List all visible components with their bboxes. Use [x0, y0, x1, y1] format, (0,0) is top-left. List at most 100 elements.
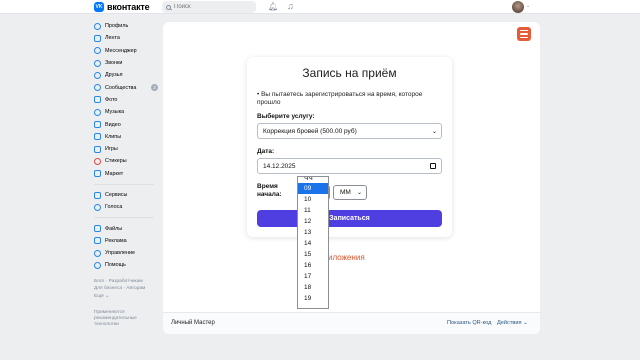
hour-option[interactable]: 12: [298, 216, 328, 227]
bell-icon[interactable]: 🔔︎: [268, 2, 278, 11]
date-input-value: 14.12.2025: [263, 162, 296, 170]
submit-button[interactable]: Записаться: [257, 210, 442, 227]
actions-menu[interactable]: Действия ⌄: [497, 320, 528, 326]
sidebar-item-friends[interactable]: Друзья: [94, 69, 158, 81]
sidebar-item-label: Лента: [105, 35, 120, 42]
app-name: Личный Мастер: [171, 320, 215, 326]
sidebar-item-music[interactable]: Музыка: [94, 106, 158, 118]
hour-option[interactable]: 10: [298, 194, 328, 205]
music-icon[interactable]: ♫: [287, 1, 294, 11]
date-input[interactable]: 14.12.2025: [257, 158, 442, 174]
search-icon: [166, 4, 171, 10]
hour-option[interactable]: 15: [298, 249, 328, 260]
chevron-down-icon: ⌄: [356, 190, 362, 196]
minute-select-value: ММ: [340, 189, 351, 196]
sidebar-item-label: Звонки: [105, 60, 123, 67]
minute-select[interactable]: ММ ⌄: [333, 185, 367, 200]
sidebar-item-votes[interactable]: Голоса: [94, 201, 158, 213]
sidebar-item-communities[interactable]: Сообщества 2: [94, 81, 158, 93]
avatar[interactable]: [512, 1, 524, 13]
hour-option[interactable]: 17: [298, 271, 328, 282]
calendar-icon[interactable]: [430, 163, 436, 169]
sidebar-item-help[interactable]: Помощь: [94, 259, 158, 271]
sidebar-item-stickers[interactable]: Стикеры: [94, 155, 158, 167]
chevron-down-icon[interactable]: ⌄: [526, 3, 530, 9]
sidebar-item-video[interactable]: Видео: [94, 118, 158, 130]
top-bar: VK вконтакте 🔔︎ ♫ ⌄: [0, 0, 640, 14]
sidebar-item-label: Управление: [105, 250, 135, 257]
music-note-icon: [94, 108, 101, 116]
error-notice: • Вы пытаетесь зарегистрироваться на вре…: [257, 91, 423, 106]
sidebar-item-label: Друзья: [105, 72, 123, 79]
sidebar-item-label: Игры: [105, 146, 118, 153]
help-icon: [94, 261, 101, 269]
hour-option[interactable]: 18: [298, 282, 328, 293]
hour-option[interactable]: 09: [298, 183, 328, 194]
sidebar-item-services[interactable]: Сервисы: [94, 189, 158, 201]
booking-form: Запись на приём • Вы пытаетесь зарегистр…: [247, 57, 452, 237]
sidebar-item-calls[interactable]: Звонки: [94, 57, 158, 69]
sidebar-item-label: Фото: [105, 96, 118, 103]
hour-option[interactable]: 19: [298, 293, 328, 304]
sidebar-item-clips[interactable]: Клипы: [94, 131, 158, 143]
search-input[interactable]: [174, 4, 244, 10]
hour-option[interactable]: 14: [298, 238, 328, 249]
show-qr-link[interactable]: Показать QR-код: [447, 320, 491, 326]
date-label: Дата:: [257, 148, 275, 155]
sidebar: Профиль Лента Мессенджер Звонки Друзья С…: [94, 20, 158, 328]
sidebar-item-feed[interactable]: Лента: [94, 32, 158, 44]
blog-link[interactable]: Блог: [94, 279, 104, 284]
profile-icon: [94, 22, 101, 30]
friends-icon: [94, 71, 101, 79]
gamepad-icon: [94, 145, 101, 153]
sidebar-item-label: Помощь: [105, 262, 126, 269]
video-icon: [94, 121, 101, 129]
footer-links: Блог · Разработчикам Для бизнеса · Автор…: [94, 278, 146, 299]
hour-dropdown-list[interactable]: ЧЧ 09 10 11 12 13 14 15 16 17 18 19: [297, 176, 329, 309]
sticker-icon: [94, 157, 101, 165]
sidebar-item-manage[interactable]: Управление: [94, 247, 158, 259]
service-label: Выберите услугу:: [257, 113, 315, 120]
developers-link[interactable]: Разработчикам: [109, 279, 143, 284]
sidebar-item-label: Файлы: [105, 225, 123, 232]
hour-option[interactable]: 11: [298, 205, 328, 216]
hour-option[interactable]: 16: [298, 260, 328, 271]
sidebar-item-label: Реклама: [105, 237, 127, 244]
sidebar-item-label: Маркет: [105, 170, 124, 177]
more-link[interactable]: Ещё: [94, 294, 104, 299]
sidebar-item-label: Профиль: [105, 23, 129, 30]
sidebar-item-profile[interactable]: Профиль: [94, 20, 158, 32]
sidebar-item-label: Сервисы: [105, 192, 128, 198]
divider: [94, 183, 154, 185]
sidebar-item-label: Музыка: [105, 109, 125, 116]
sidebar-item-ads[interactable]: Реклама: [94, 235, 158, 247]
sidebar-item-label: Клипы: [105, 133, 122, 140]
sidebar-item-photos[interactable]: Фото: [94, 94, 158, 106]
vk-logo-icon: VK: [94, 2, 104, 12]
chevron-down-icon: ⌄: [431, 129, 437, 135]
messenger-icon: [94, 47, 101, 55]
ads-icon: [94, 237, 101, 245]
count-badge: 2: [151, 84, 158, 92]
clips-icon: [94, 133, 101, 141]
authors-link[interactable]: Авторам: [126, 286, 145, 291]
recommendation-note: Применяются рекомендательные технологии: [94, 310, 137, 328]
sidebar-item-label: Видео: [105, 121, 121, 128]
business-link[interactable]: Для бизнеса: [94, 286, 122, 291]
search-box[interactable]: [162, 1, 256, 13]
vk-logo[interactable]: VK вконтакте: [94, 2, 150, 12]
sidebar-item-messenger[interactable]: Мессенджер: [94, 45, 158, 57]
app-footer: Личный Мастер Показать QR-код Действия ⌄: [163, 312, 540, 334]
manage-icon: [94, 249, 101, 257]
service-select-value: Коррекция бровей (500.00 руб): [263, 127, 357, 135]
hour-option[interactable]: 13: [298, 227, 328, 238]
hamburger-menu-button[interactable]: [517, 27, 531, 41]
sidebar-item-games[interactable]: Игры: [94, 143, 158, 155]
divider: [94, 217, 154, 219]
error-notice-text: Вы пытаетесь зарегистрироваться на время…: [257, 91, 423, 106]
sidebar-item-market[interactable]: Маркет: [94, 168, 158, 180]
votes-icon: [94, 203, 101, 211]
file-icon: [94, 225, 101, 233]
service-select[interactable]: Коррекция бровей (500.00 руб) ⌄: [257, 123, 442, 139]
sidebar-item-files[interactable]: Файлы: [94, 222, 158, 234]
